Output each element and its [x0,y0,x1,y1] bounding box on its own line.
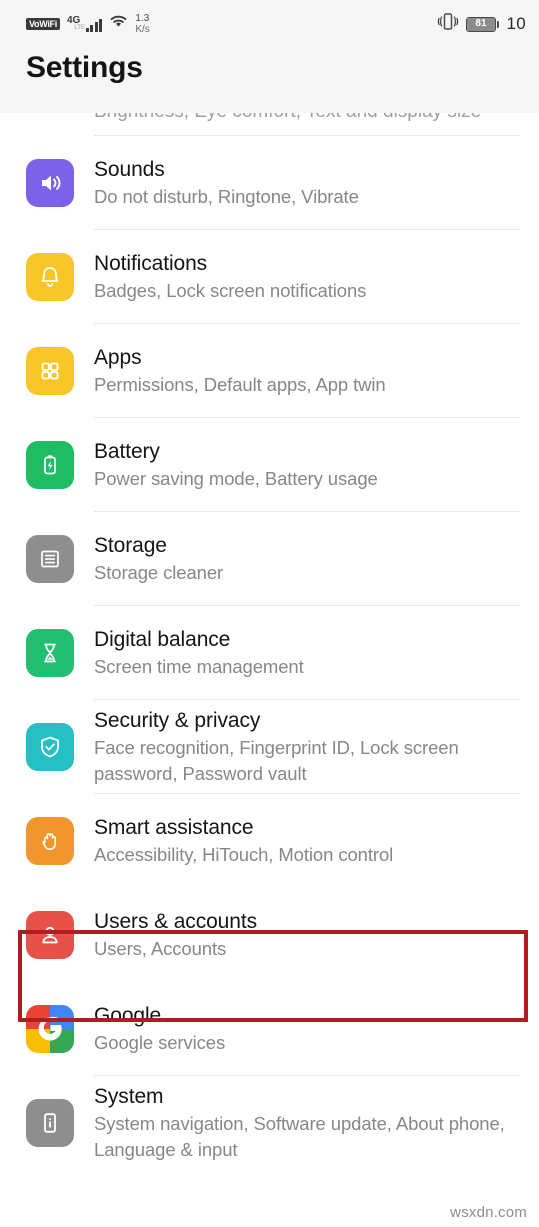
shield-check-icon [26,722,74,771]
list-item-title: Smart assistance [94,815,254,839]
page-title: Settings [26,51,143,84]
vowifi-icon: VoWiFi [26,18,60,30]
watermark: wsxdn.com [450,1204,527,1221]
list-item-title: Digital balance [94,627,231,651]
status-bar-left: VoWiFi 4G LTE 1.3 K/s [26,13,150,35]
list-item-title: Google [94,1003,162,1027]
list-item-partial-display[interactable]: Brightness, Eye comfort, Text and displa… [0,113,539,135]
list-item-subtitle: Do not disturb, Ringtone, Vibrate [94,185,359,207]
list-item-subtitle: Badges, Lock screen notifications [94,279,367,301]
hourglass-icon [26,628,74,677]
list-item-storage[interactable]: Storage Storage cleaner [0,512,539,605]
list-item-subtitle: Power saving mode, Battery usage [94,467,378,489]
google-logo-icon [26,1004,74,1053]
phone-info-icon [26,1098,74,1147]
person-icon [26,910,74,959]
list-item-title: Security & privacy [94,708,261,732]
list-item-apps[interactable]: Apps Permissions, Default apps, App twin [0,324,539,417]
list-item-google[interactable]: Google Google services [0,982,539,1075]
battery-icon: 81 [465,16,500,32]
list-item-smart-assistance[interactable]: Smart assistance Accessibility, HiTouch,… [0,794,539,887]
list-item-subtitle: Users, Accounts [94,937,227,959]
list-item-title: System [94,1084,164,1108]
list-item-battery[interactable]: Battery Power saving mode, Battery usage [0,418,539,511]
vibrate-icon [437,12,459,36]
signal-strength-bars [85,19,103,32]
list-item-subtitle: Google services [94,1031,226,1053]
list-item-title: Apps [94,345,142,369]
list-item-notifications[interactable]: Notifications Badges, Lock screen notifi… [0,230,539,323]
list-item-sounds[interactable]: Sounds Do not disturb, Ringtone, Vibrate [0,136,539,229]
list-item-subtitle: Permissions, Default apps, App twin [94,373,386,395]
status-bar-clock: 10 [506,14,526,33]
battery-bolt-icon [26,440,74,489]
list-item-title: Sounds [94,157,165,181]
list-item-system[interactable]: System System navigation, Software updat… [0,1076,539,1169]
list-item-title: Notifications [94,251,208,275]
hand-icon [26,816,74,865]
battery-level-label: 81 [466,17,495,31]
app-header: Settings [0,48,539,113]
wifi-icon [109,14,128,34]
status-bar: VoWiFi 4G LTE 1.3 K/s 81 10 [0,0,539,48]
signal-bars-icon: 4G LTE [67,16,103,32]
list-item-title: Battery [94,439,160,463]
grid-apps-icon [26,346,74,395]
list-item-subtitle: Brightness, Eye comfort, Text and displa… [94,113,481,123]
list-item-security-privacy[interactable]: Security & privacy Face recognition, Fin… [0,700,539,793]
list-item-subtitle: Screen time management [94,655,304,677]
status-bar-right: 81 10 [437,12,526,36]
data-speed-indicator: 1.3 K/s [135,13,150,35]
list-item-subtitle: Accessibility, HiTouch, Motion control [94,843,394,865]
list-item-title: Storage [94,533,167,557]
bell-icon [26,252,74,301]
storage-lines-icon [26,534,74,583]
list-item-subtitle: Face recognition, Fingerprint ID, Lock s… [94,736,459,784]
settings-list[interactable]: Brightness, Eye comfort, Text and displa… [0,113,539,1169]
speaker-icon [26,158,74,207]
list-item-subtitle: System navigation, Software update, Abou… [94,1112,505,1160]
list-item-users-accounts[interactable]: Users & accounts Users, Accounts [0,888,539,981]
list-item-title: Users & accounts [94,909,257,933]
list-item-digital-balance[interactable]: Digital balance Screen time management [0,606,539,699]
list-item-subtitle: Storage cleaner [94,561,224,583]
